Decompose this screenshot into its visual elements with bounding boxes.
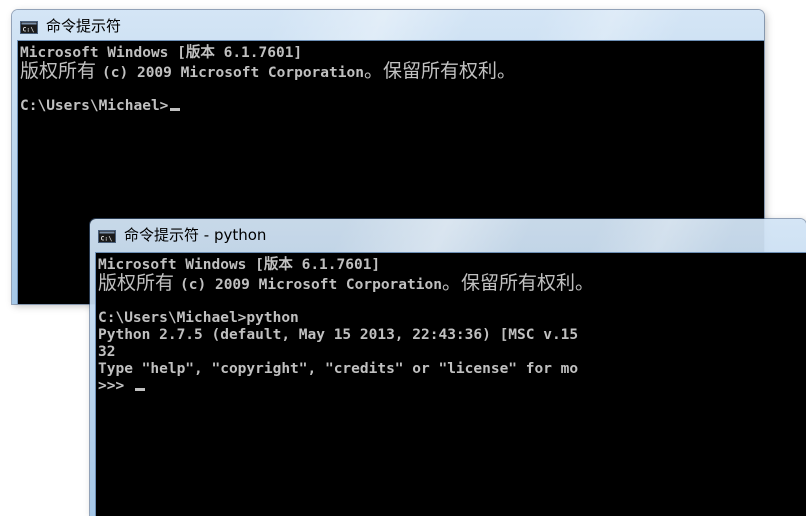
- title-bar[interactable]: C:\ 命令提示符 - python: [90, 219, 806, 249]
- console-prompt-line: >>>: [96, 378, 806, 395]
- console-line: Microsoft Windows [版本 6.1.7601]: [20, 45, 303, 61]
- text-cursor: [170, 108, 181, 111]
- console-line: C:\Users\Michael>python: [98, 310, 299, 326]
- text-cursor: [134, 388, 145, 391]
- svg-text:C:\: C:\: [101, 234, 113, 242]
- console-line: Type "help", "copyright", "credits" or "…: [98, 361, 579, 377]
- console-output[interactable]: Microsoft Windows [版本 6.1.7601] 版权所有 (c)…: [95, 252, 806, 516]
- console-prompt-line: C:\Users\Michael>: [18, 98, 764, 115]
- svg-text:C:\: C:\: [23, 25, 35, 33]
- console-line: Microsoft Windows [版本 6.1.7601]: [98, 257, 381, 273]
- console-icon: C:\: [20, 19, 38, 34]
- console-icon: C:\: [98, 228, 116, 243]
- window-title: 命令提示符 - python: [124, 225, 267, 244]
- title-bar[interactable]: C:\ 命令提示符: [12, 10, 764, 40]
- console-window-front[interactable]: C:\ 命令提示符 - python Microsoft Windows [版本…: [90, 219, 806, 516]
- console-line: 版权所有 (c) 2009 Microsoft Corporation。保留所有…: [20, 60, 516, 82]
- console-line: Python 2.7.5 (default, May 15 2013, 22:4…: [98, 327, 579, 343]
- window-title: 命令提示符: [46, 16, 122, 35]
- console-line: 32: [98, 344, 116, 360]
- console-line: 版权所有 (c) 2009 Microsoft Corporation。保留所有…: [98, 272, 594, 294]
